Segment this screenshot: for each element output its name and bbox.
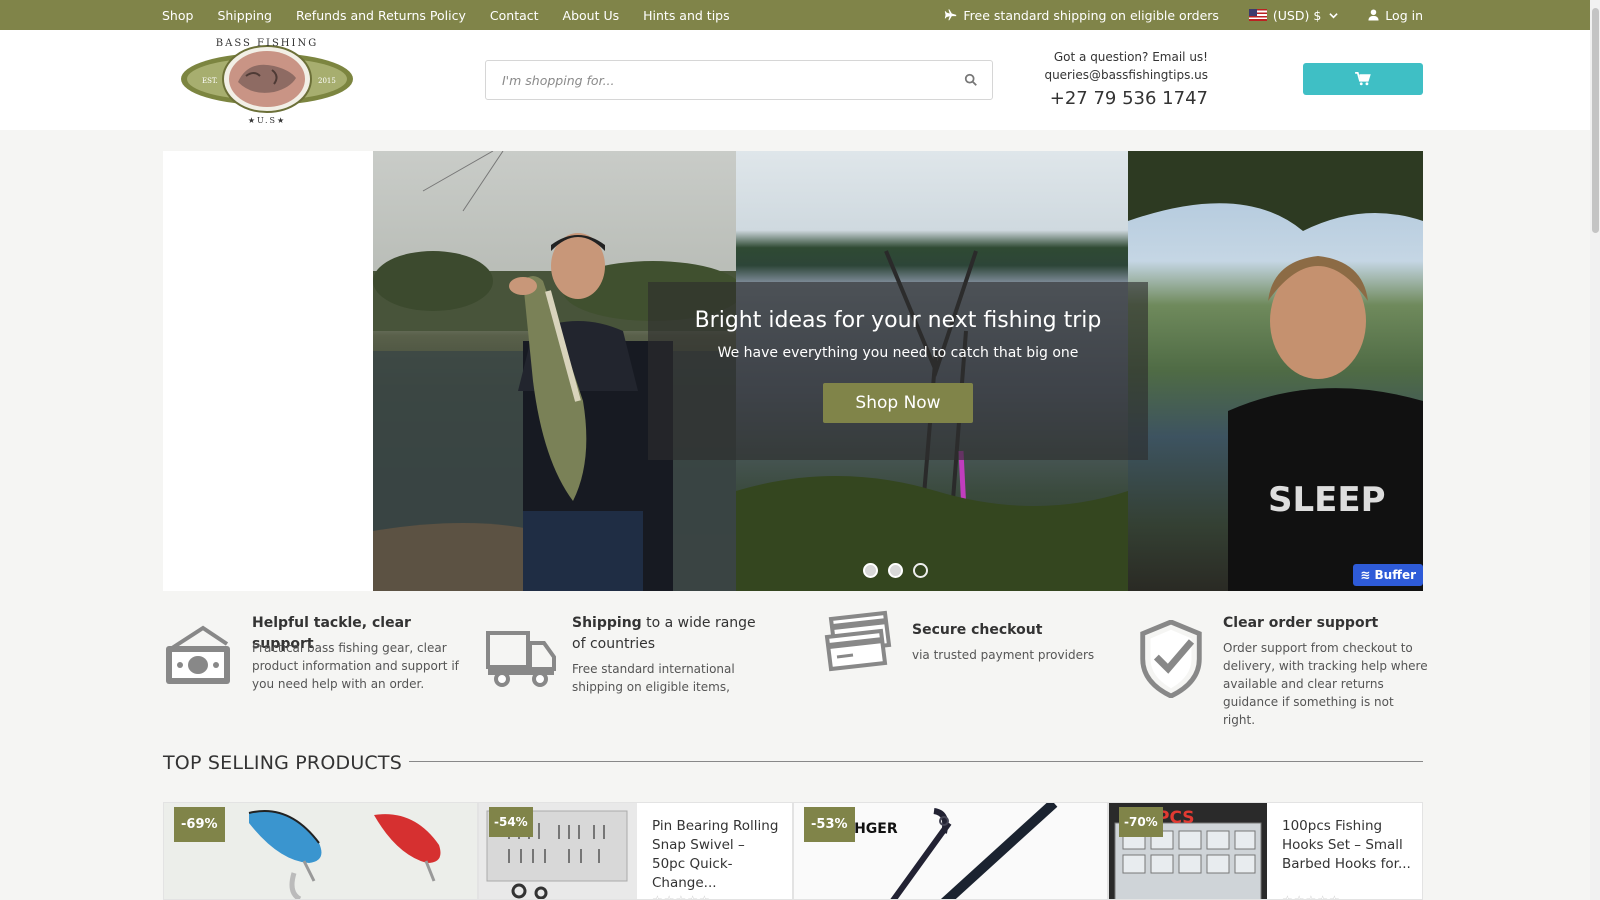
feature-support-desc: Practical bass fishing gear, clear produ…: [252, 641, 459, 691]
banner-side-panel: [163, 151, 373, 591]
discount-badge: -69%: [174, 807, 225, 842]
plane-icon: [945, 8, 957, 20]
logo-top-text: BASS FISHING: [216, 38, 318, 49]
photo-angler-by-lake: SLEEP: [1128, 151, 1423, 591]
product-title[interactable]: 100pcs Fishing Hooks Set – Small Barbed …: [1282, 817, 1412, 874]
nav-shop[interactable]: Shop: [162, 8, 193, 23]
feature-shipping-title: Shipping: [572, 615, 642, 631]
nav-about[interactable]: About Us: [563, 8, 620, 23]
feature-order-support-title: Clear order support: [1223, 615, 1379, 631]
product-card[interactable]: -54% Pin Bearing Rolling Snap Swivel – 5…: [478, 802, 793, 900]
contact-email[interactable]: queries@bassfishingtips.us: [1030, 66, 1208, 84]
truck-icon: [486, 631, 556, 687]
bass-fishing-logo[interactable]: EST. 2015 BASS FISHING ★U.S★: [180, 32, 354, 126]
shipping-notice: Free standard shipping on eligible order…: [944, 8, 1219, 23]
features-row: Helpful tackle, clear support Practical …: [163, 610, 1428, 727]
login-link[interactable]: Log in: [1368, 8, 1423, 23]
search-input[interactable]: [486, 61, 926, 99]
feature-shipping-desc: Free standard international shipping on …: [572, 662, 735, 694]
discount-badge: -54%: [489, 807, 533, 837]
hero-banner: SLEEP Bright ideas for your next fishing…: [373, 151, 1423, 591]
banner-overlay: Bright ideas for your next fishing trip …: [648, 282, 1148, 460]
discount-badge: -70%: [1119, 807, 1163, 837]
page-scrollbar[interactable]: [1590, 0, 1600, 900]
cart-icon: [1355, 72, 1371, 86]
banner-subheading: We have everything you need to catch tha…: [717, 345, 1079, 361]
product-card[interactable]: PCS -70% 100pcs Fishing Hooks Set – Smal…: [1108, 802, 1423, 900]
top-selling-heading: TOP SELLING PRODUCTS: [163, 752, 402, 774]
currency-selector[interactable]: (USD) $: [1248, 7, 1338, 23]
shipping-notice-text: Free standard shipping on eligible order…: [963, 7, 1219, 23]
logo-year-text: 2015: [318, 77, 336, 85]
user-icon: [1368, 9, 1379, 21]
rating-stars: ☆☆☆☆☆: [1282, 893, 1341, 900]
nav-hints[interactable]: Hints and tips: [643, 8, 730, 23]
site-header: EST. 2015 BASS FISHING ★U.S★ Got a quest…: [0, 30, 1590, 130]
top-bar-right: Free standard shipping on eligible order…: [914, 0, 1423, 30]
top-bar: Shop Shipping Refunds and Returns Policy…: [0, 0, 1590, 30]
slide-dot-3[interactable]: [913, 563, 928, 578]
slider-dots: [863, 563, 938, 578]
contact-info: Got a question? Email us! queries@bassfi…: [1030, 48, 1208, 112]
search-box: [485, 60, 993, 100]
product-card[interactable]: -69%: [163, 802, 478, 900]
discount-badge: -53%: [804, 807, 855, 842]
shield-check-icon: [1140, 620, 1202, 698]
logo-bottom-text: ★U.S★: [248, 116, 286, 125]
currency-label: (USD) $: [1272, 7, 1322, 23]
feature-order-support-desc: Order support from checkout to delivery,…: [1223, 641, 1428, 727]
product-title[interactable]: Pin Bearing Rolling Snap Swivel – 50pc Q…: [652, 817, 782, 893]
us-flag-icon: [1248, 9, 1267, 21]
logo-est-text: EST.: [202, 77, 218, 85]
slide-dot-2[interactable]: [888, 563, 903, 578]
contact-phone[interactable]: +27 79 536 1747: [1030, 86, 1208, 112]
feature-checkout-desc: via trusted payment providers: [912, 648, 1095, 662]
money-icon: [166, 625, 230, 684]
search-icon[interactable]: [964, 73, 978, 87]
cart-button[interactable]: [1303, 63, 1423, 95]
buffer-label: Buffer: [1374, 568, 1416, 582]
slide-dot-1[interactable]: [863, 563, 878, 578]
banner-heading: Bright ideas for your next fishing trip: [694, 308, 1102, 333]
shop-now-button[interactable]: Shop Now: [823, 383, 973, 423]
product-card[interactable]: SHGER -53%: [793, 802, 1108, 900]
scrollbar-thumb[interactable]: [1592, 8, 1599, 233]
credit-card-icon: [824, 610, 892, 672]
top-nav: Shop Shipping Refunds and Returns Policy…: [162, 0, 754, 30]
chevron-down-icon: [1329, 12, 1338, 18]
nav-refunds[interactable]: Refunds and Returns Policy: [296, 8, 466, 23]
rating-stars: ☆☆☆☆☆: [652, 893, 711, 900]
products-row: -69% -54% Pin Bearing Rolling Snap Swive…: [163, 802, 1423, 900]
contact-question: Got a question? Email us!: [1053, 50, 1208, 64]
login-label: Log in: [1385, 7, 1423, 23]
nav-shipping[interactable]: Shipping: [217, 8, 272, 23]
svg-text:SLEEP: SLEEP: [1268, 480, 1386, 520]
buffer-share-button[interactable]: ≋ Buffer: [1353, 564, 1423, 586]
feature-checkout-title: Secure checkout: [912, 622, 1043, 638]
section-divider: [409, 761, 1423, 762]
nav-contact[interactable]: Contact: [490, 8, 539, 23]
